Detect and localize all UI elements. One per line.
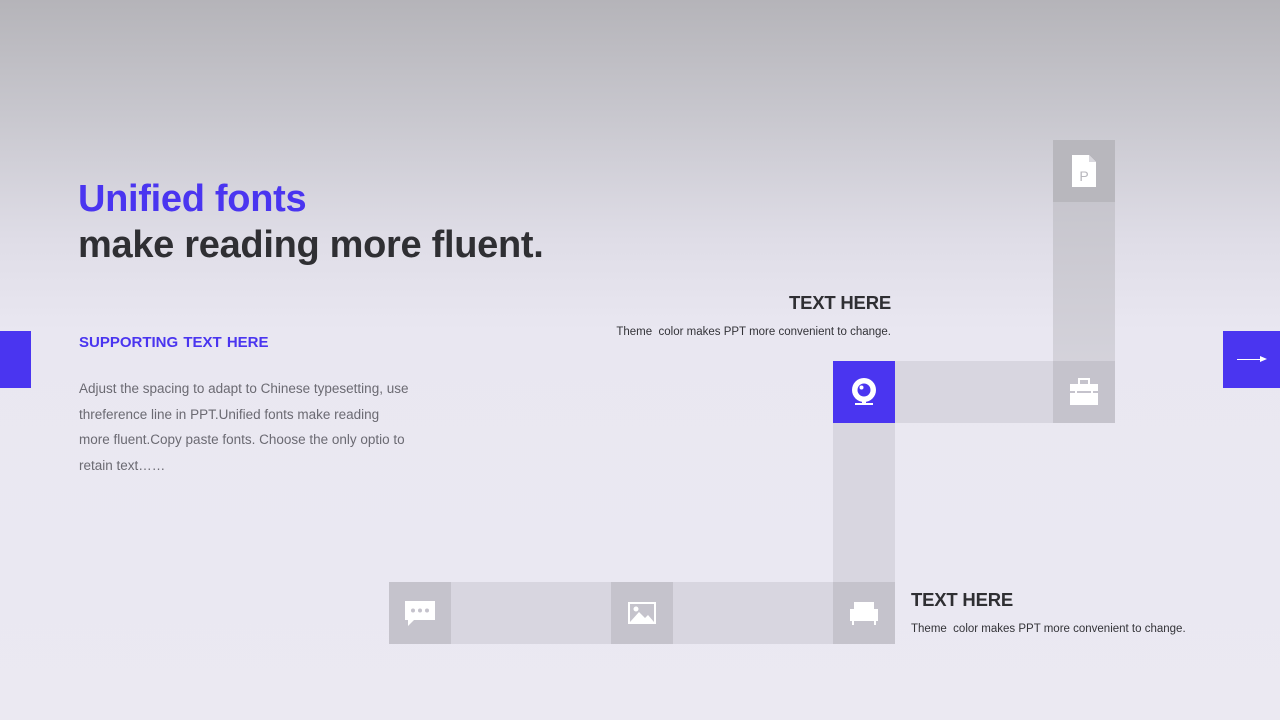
block-heading-2: TEXT HERE — [911, 589, 1014, 610]
document-p-icon: P — [1072, 155, 1096, 187]
block-heading-1: TEXT HERE — [788, 292, 891, 313]
node-webcam[interactable] — [833, 361, 895, 423]
image-icon — [628, 602, 656, 624]
block-description-2: Theme color makes PPT more convenient to… — [911, 623, 1186, 635]
svg-text:P: P — [1079, 168, 1088, 184]
supporting-title: SUPPORTING TEXT HERE — [79, 334, 269, 351]
sofa-icon — [850, 602, 878, 625]
briefcase-icon — [1070, 378, 1098, 405]
node-image[interactable] — [611, 582, 673, 644]
next-slide-button[interactable] — [1223, 331, 1280, 388]
page-title: make reading more fluent. — [78, 224, 544, 266]
title-accent: Unified fonts — [78, 178, 307, 220]
block-description-1: Theme color makes PPT more convenient to… — [616, 326, 891, 338]
prev-slide-tab[interactable] — [0, 331, 31, 388]
body-paragraph: Adjust the spacing to adapt to Chinese t… — [79, 381, 409, 473]
node-sofa[interactable] — [833, 582, 895, 644]
node-chat[interactable] — [389, 582, 451, 644]
node-document[interactable]: P — [1053, 140, 1115, 202]
chat-bubble-icon — [405, 601, 435, 626]
node-briefcase[interactable] — [1053, 361, 1115, 423]
webcam-icon — [852, 378, 876, 405]
